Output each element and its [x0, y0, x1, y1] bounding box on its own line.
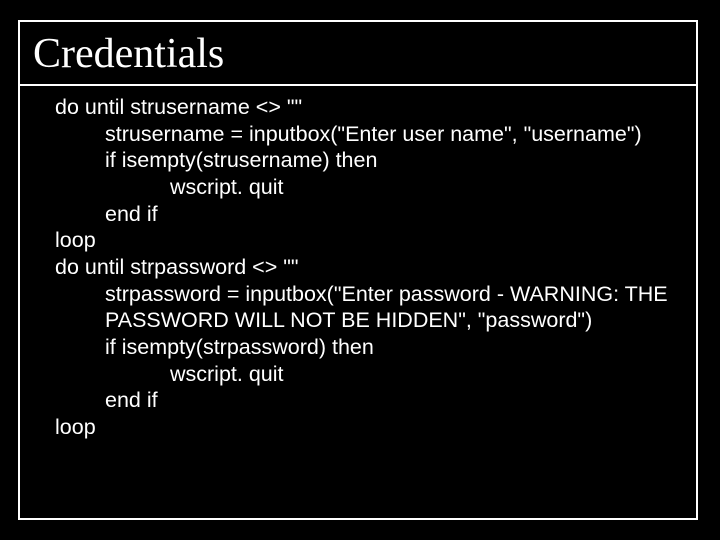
- code-line: do until strusername <> "": [55, 94, 675, 121]
- code-line: end if: [55, 201, 675, 228]
- code-line: loop: [55, 227, 675, 254]
- code-line: strusername = inputbox("Enter user name"…: [55, 121, 675, 148]
- title-rule: [18, 84, 698, 86]
- code-line: do until strpassword <> "": [55, 254, 675, 281]
- code-block: do until strusername <> "" strusername =…: [55, 94, 675, 441]
- code-line: wscript. quit: [55, 361, 675, 388]
- slide: Credentials do until strusername <> "" s…: [0, 0, 720, 540]
- code-line: wscript. quit: [55, 174, 675, 201]
- slide-title: Credentials: [33, 30, 224, 78]
- code-line: loop: [55, 414, 675, 441]
- code-line: if isempty(strpassword) then: [55, 334, 675, 361]
- code-line: end if: [55, 387, 675, 414]
- code-line: strpassword = inputbox("Enter password -…: [55, 281, 675, 334]
- code-line: if isempty(strusername) then: [55, 147, 675, 174]
